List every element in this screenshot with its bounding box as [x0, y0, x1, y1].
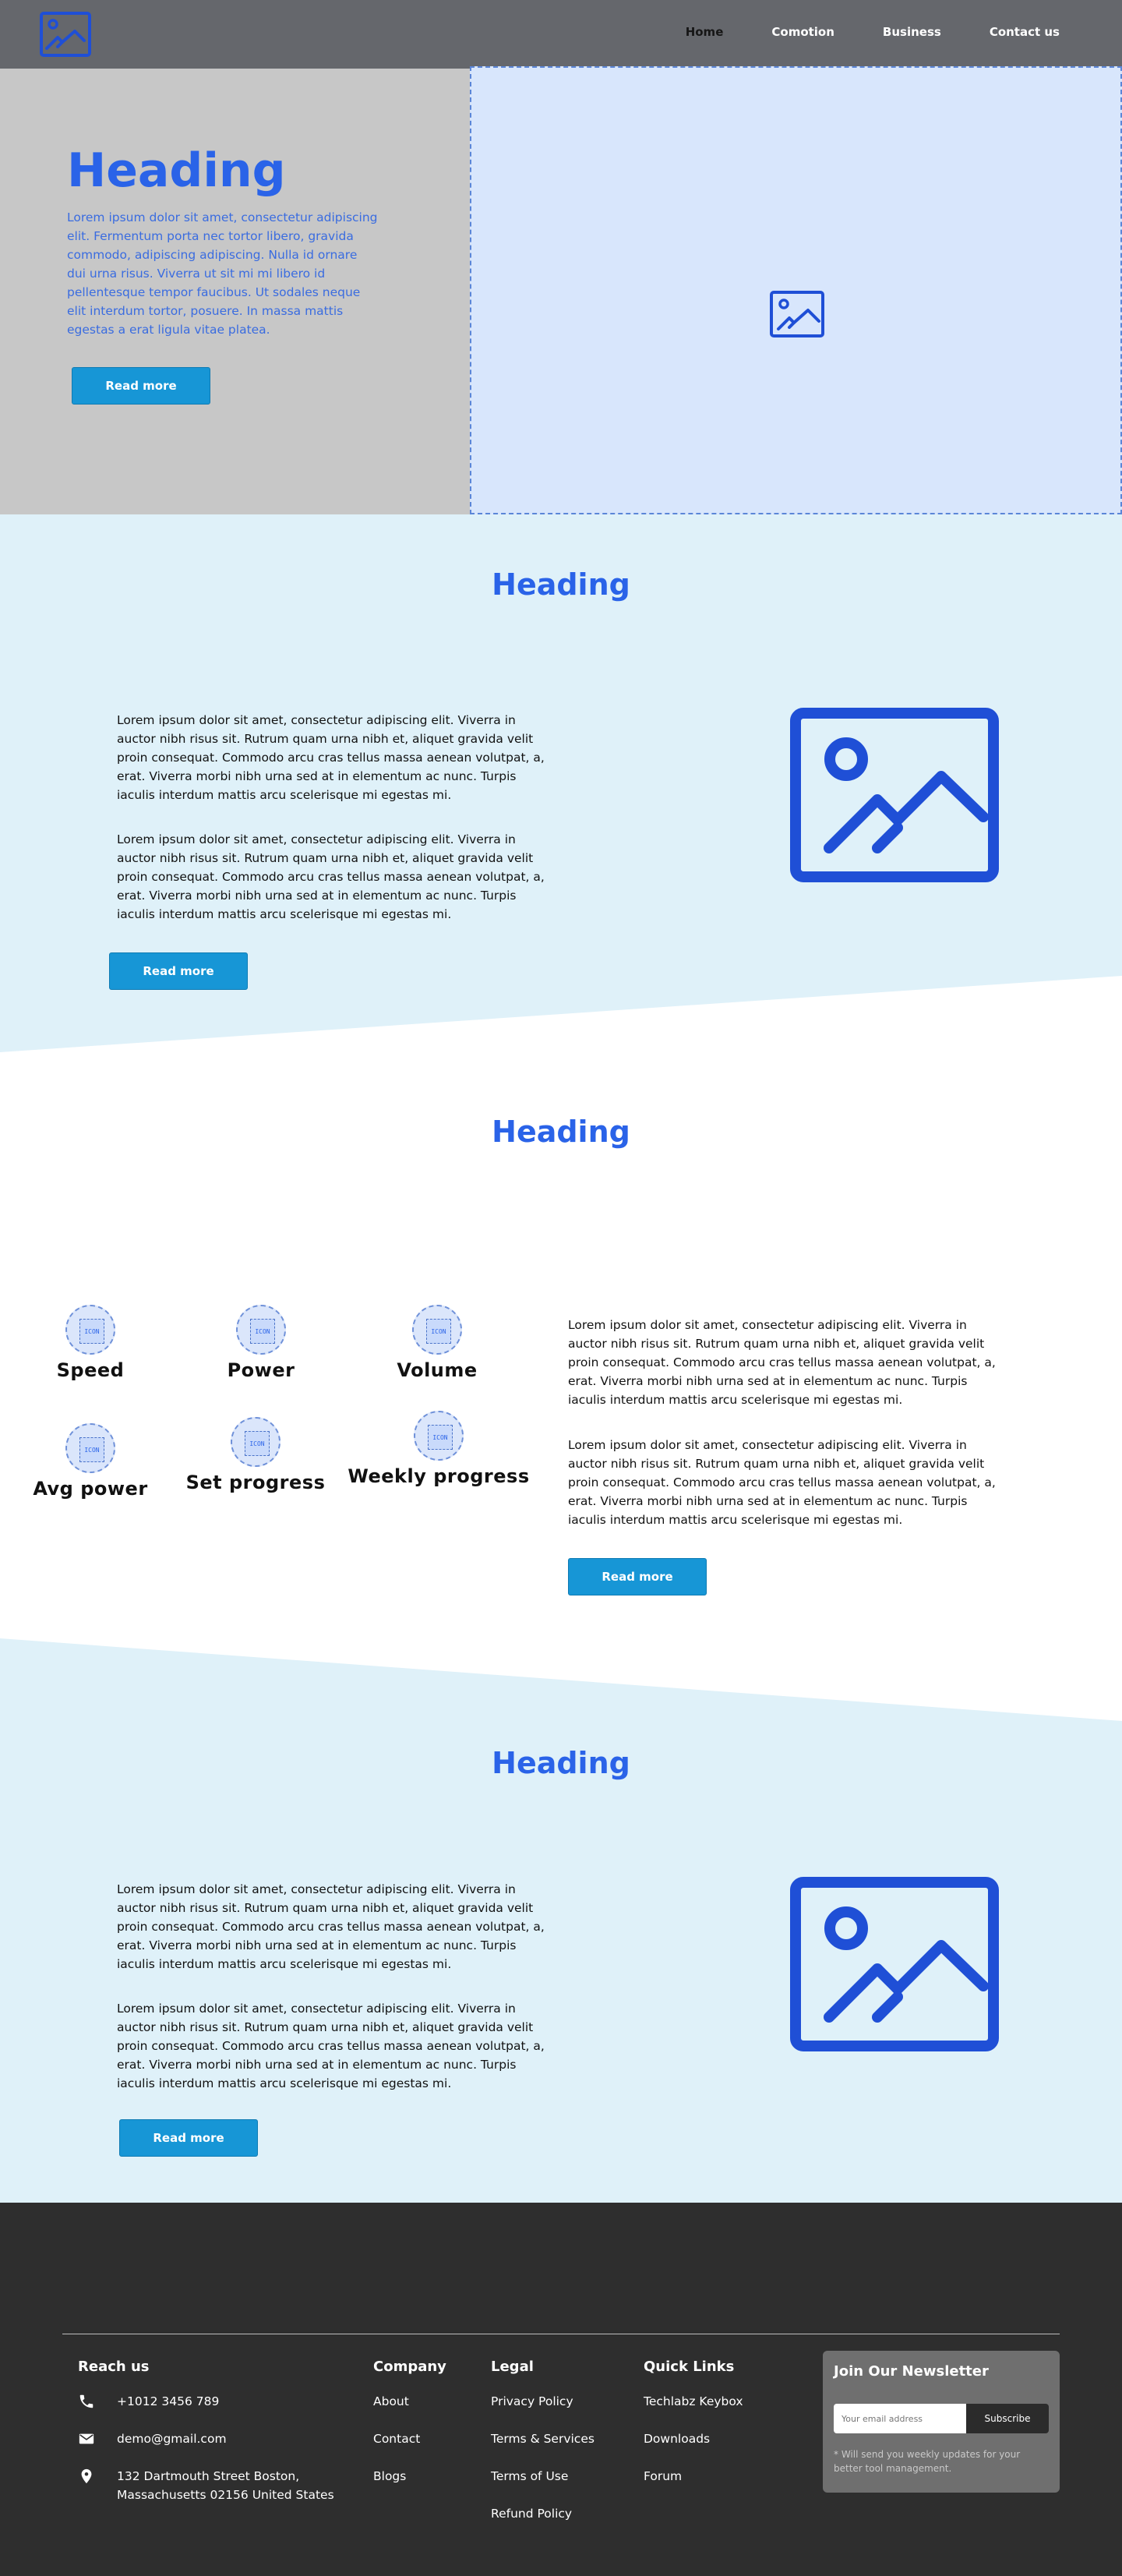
site-footer: Reach us +1012 3456 789 demo@gmail.com 1… — [0, 2203, 1122, 2576]
feature-volume: ICON Volume — [336, 1305, 538, 1381]
feature-circle-icon: ICON — [414, 1411, 464, 1461]
feature-label: Set progress — [185, 1472, 326, 1493]
feature-icon-placeholder: ICON — [428, 1425, 453, 1450]
feature-label: Power — [227, 1359, 295, 1381]
nav-menu: Home Comotion Business Contact us — [686, 25, 1060, 39]
section1-image-icon — [790, 708, 999, 882]
feature-label: Weekly progress — [348, 1465, 530, 1487]
image-placeholder-icon — [770, 291, 824, 337]
hero-image-placeholder — [470, 66, 1122, 514]
section3-image-icon — [790, 1877, 999, 2051]
quick-links-title: Quick Links — [644, 2359, 735, 2375]
newsletter-email-input[interactable] — [834, 2404, 966, 2433]
footer-link-terms-of-use[interactable]: Terms of Use — [491, 2469, 568, 2483]
hero-text-panel: Heading Lorem ipsum dolor sit amet, cons… — [0, 69, 470, 514]
section3-paragraph-2: Lorem ipsum dolor sit amet, consectetur … — [117, 2002, 545, 2090]
feature-circle-icon: ICON — [65, 1423, 115, 1473]
section3-heading: Heading — [492, 1746, 630, 1780]
footer-link-downloads[interactable]: Downloads — [644, 2432, 710, 2446]
feature-icon-placeholder: ICON — [426, 1319, 451, 1344]
section1-paragraph-2: Lorem ipsum dolor sit amet, consectetur … — [117, 832, 545, 921]
nav-contact-link[interactable]: Contact us — [990, 25, 1060, 39]
subscribe-button[interactable]: Subscribe — [966, 2404, 1049, 2433]
contact-address-line-1: 132 Dartmouth Street Boston, — [117, 2469, 300, 2483]
feature-circle-icon: ICON — [412, 1305, 462, 1355]
footer-link-privacy-policy[interactable]: Privacy Policy — [491, 2394, 573, 2408]
newsletter-box: Join Our Newsletter Subscribe * Will sen… — [823, 2351, 1060, 2493]
phone-icon — [79, 2394, 94, 2408]
footer-link-terms-services[interactable]: Terms & Services — [491, 2432, 595, 2446]
logo-image-icon[interactable] — [39, 11, 92, 58]
mail-icon — [79, 2433, 94, 2444]
section2-heading: Heading — [492, 1115, 630, 1149]
feature-icon-placeholder: ICON — [250, 1319, 275, 1344]
section1-read-more-button[interactable]: Read more — [109, 952, 248, 990]
contact-address-line-2: Massachusetts 02156 United States — [117, 2488, 334, 2502]
contact-email[interactable]: demo@gmail.com — [117, 2429, 227, 2448]
reach-us-title: Reach us — [78, 2359, 150, 2375]
section3-paragraph-1: Lorem ipsum dolor sit amet, consectetur … — [117, 1882, 545, 1971]
hero-paragraph: Lorem ipsum dolor sit amet, consectetur … — [67, 210, 378, 337]
feature-circle-icon: ICON — [236, 1305, 286, 1355]
section1-heading: Heading — [492, 567, 630, 602]
nav-comotion-link[interactable]: Comotion — [771, 25, 834, 39]
footer-link-refund-policy[interactable]: Refund Policy — [491, 2507, 572, 2521]
legal-title: Legal — [491, 2359, 534, 2375]
company-title: Company — [373, 2359, 446, 2375]
section2-paragraph-1: Lorem ipsum dolor sit amet, consectetur … — [568, 1318, 996, 1407]
footer-link-about[interactable]: About — [373, 2394, 409, 2408]
footer-link-contact[interactable]: Contact — [373, 2432, 420, 2446]
footer-link-forum[interactable]: Forum — [644, 2469, 682, 2483]
feature-label: Volume — [397, 1359, 478, 1381]
feature-circle-icon: ICON — [231, 1417, 280, 1467]
location-pin-icon — [81, 2468, 92, 2484]
feature-circle-icon: ICON — [65, 1305, 115, 1355]
section1-paragraph-1: Lorem ipsum dolor sit amet, consectetur … — [117, 713, 545, 802]
newsletter-note: * Will send you weekly updates for your … — [834, 2449, 1021, 2474]
footer-link-blogs[interactable]: Blogs — [373, 2469, 406, 2483]
nav-business-link[interactable]: Business — [883, 25, 941, 39]
top-navbar: Home Comotion Business Contact us — [0, 0, 1122, 69]
feature-icon-placeholder: ICON — [245, 1431, 270, 1456]
feature-set-progress: ICON Set progress — [154, 1417, 357, 1493]
section2-paragraph-2: Lorem ipsum dolor sit amet, consectetur … — [568, 1438, 996, 1527]
contact-phone[interactable]: +1012 3456 789 — [117, 2392, 219, 2411]
newsletter-title: Join Our Newsletter — [834, 2363, 989, 2380]
footer-link-techlabz-keybox[interactable]: Techlabz Keybox — [644, 2394, 743, 2408]
section3-read-more-button[interactable]: Read more — [119, 2119, 258, 2157]
hero-read-more-button[interactable]: Read more — [72, 367, 210, 405]
section2-read-more-button[interactable]: Read more — [568, 1558, 707, 1595]
feature-icon-placeholder: ICON — [79, 1437, 104, 1462]
feature-weekly-progress: ICON Weekly progress — [337, 1411, 540, 1487]
hero-heading: Heading — [67, 143, 286, 198]
feature-power: ICON Power — [160, 1305, 362, 1381]
nav-home-link[interactable]: Home — [686, 25, 724, 39]
feature-icon-placeholder: ICON — [79, 1319, 104, 1344]
